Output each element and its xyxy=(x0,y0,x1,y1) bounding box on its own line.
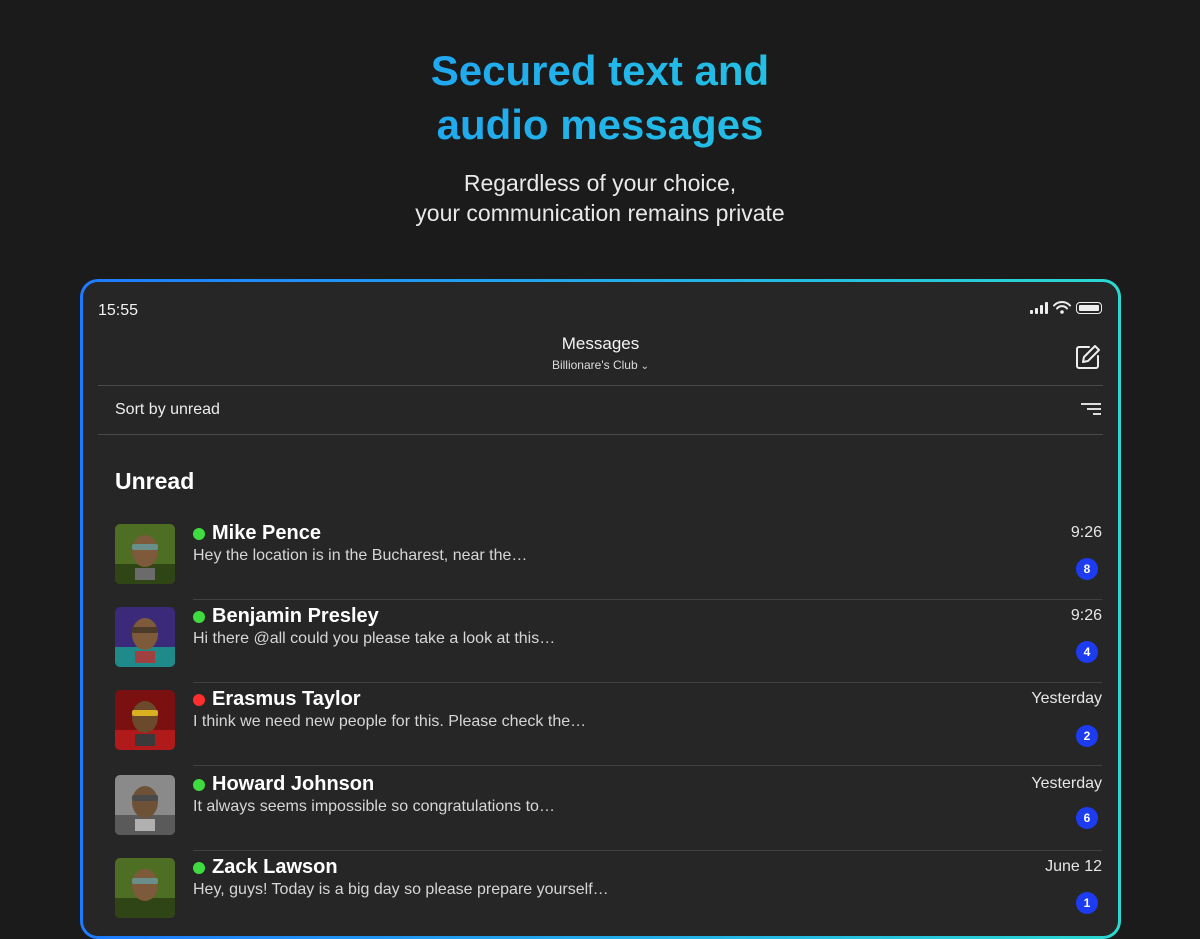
row-divider xyxy=(193,599,1102,600)
hero-title-line-1: Secured text and xyxy=(430,47,770,94)
message-time: 9:26 xyxy=(1070,524,1102,541)
message-preview: It always seems impossible so congratula… xyxy=(193,798,555,815)
conversation-row[interactable]: Erasmus Taylor I think we need new peopl… xyxy=(115,684,1102,768)
nav-title: Messages xyxy=(561,334,640,353)
avatar xyxy=(115,858,175,918)
avatar xyxy=(115,690,175,750)
online-status-dot xyxy=(193,610,205,623)
unread-badge: 8 xyxy=(1076,558,1098,580)
avatar xyxy=(115,607,175,667)
contact-name: Zack Lawson xyxy=(212,856,338,878)
contact-name: Howard Johnson xyxy=(212,773,375,795)
section-title-unread: Unread xyxy=(115,468,195,494)
conversation-row[interactable]: Mike Pence Hey the location is in the Bu… xyxy=(115,518,1102,602)
tablet-frame: 15:55 Messages Billionare's Club ⌄ Sort b… xyxy=(80,279,1121,939)
hero-title-line-2: audio messages xyxy=(436,101,764,148)
conversation-row[interactable]: Howard Johnson It always seems impossibl… xyxy=(115,769,1102,853)
unread-badge: 2 xyxy=(1076,725,1098,747)
header-divider xyxy=(98,385,1103,386)
status-icons xyxy=(1030,301,1102,314)
unread-badge: 6 xyxy=(1076,807,1098,829)
app-screen: 15:55 Messages Billionare's Club ⌄ Sort b… xyxy=(83,282,1118,936)
chevron-down-icon: ⌄ xyxy=(640,361,650,372)
avatar xyxy=(115,524,175,584)
message-preview: I think we need new people for this. Ple… xyxy=(193,713,587,730)
group-selector[interactable]: Billionare's Club ⌄ xyxy=(83,358,1118,372)
hero-subtitle: Regardless of your choice, your communic… xyxy=(0,168,1200,228)
hero-subtitle-line-2: your communication remains private xyxy=(415,200,785,226)
message-time: June 12 xyxy=(1045,858,1102,875)
message-preview: Hi there @all could you please take a lo… xyxy=(193,630,556,647)
message-preview: Hey, guys! Today is a big day so please … xyxy=(193,881,609,898)
sort-divider xyxy=(98,434,1103,435)
sort-icon[interactable] xyxy=(1081,403,1101,417)
battery-icon xyxy=(1076,301,1102,314)
row-divider xyxy=(193,682,1102,683)
wifi-icon xyxy=(1053,301,1071,314)
message-time: Yesterday xyxy=(1031,775,1102,792)
message-preview: Hey the location is in the Bucharest, ne… xyxy=(193,547,528,564)
status-time: 15:55 xyxy=(98,302,139,319)
online-status-dot xyxy=(193,778,205,791)
conversation-row[interactable]: Zack Lawson Hey, guys! Today is a big da… xyxy=(115,852,1102,936)
signal-icon xyxy=(1030,301,1048,314)
busy-status-dot xyxy=(193,693,205,706)
contact-name: Benjamin Presley xyxy=(212,605,379,627)
conversation-row[interactable]: Benjamin Presley Hi there @all could you… xyxy=(115,601,1102,685)
online-status-dot xyxy=(193,527,205,540)
sort-label[interactable]: Sort by unread xyxy=(115,401,220,419)
message-time: Yesterday xyxy=(1031,690,1102,707)
row-divider xyxy=(193,850,1102,851)
contact-name: Erasmus Taylor xyxy=(212,688,361,710)
online-status-dot xyxy=(193,861,205,874)
hero-subtitle-line-1: Regardless of your choice, xyxy=(463,170,737,196)
hero-title: Secured text and audio messages xyxy=(0,44,1200,152)
row-divider xyxy=(193,765,1102,766)
avatar xyxy=(115,775,175,835)
compose-icon[interactable] xyxy=(1074,343,1102,371)
message-time: 9:26 xyxy=(1070,607,1102,624)
unread-badge: 1 xyxy=(1076,892,1098,914)
contact-name: Mike Pence xyxy=(212,522,321,544)
group-name: Billionare's Club xyxy=(551,358,638,372)
unread-badge: 4 xyxy=(1076,641,1098,663)
